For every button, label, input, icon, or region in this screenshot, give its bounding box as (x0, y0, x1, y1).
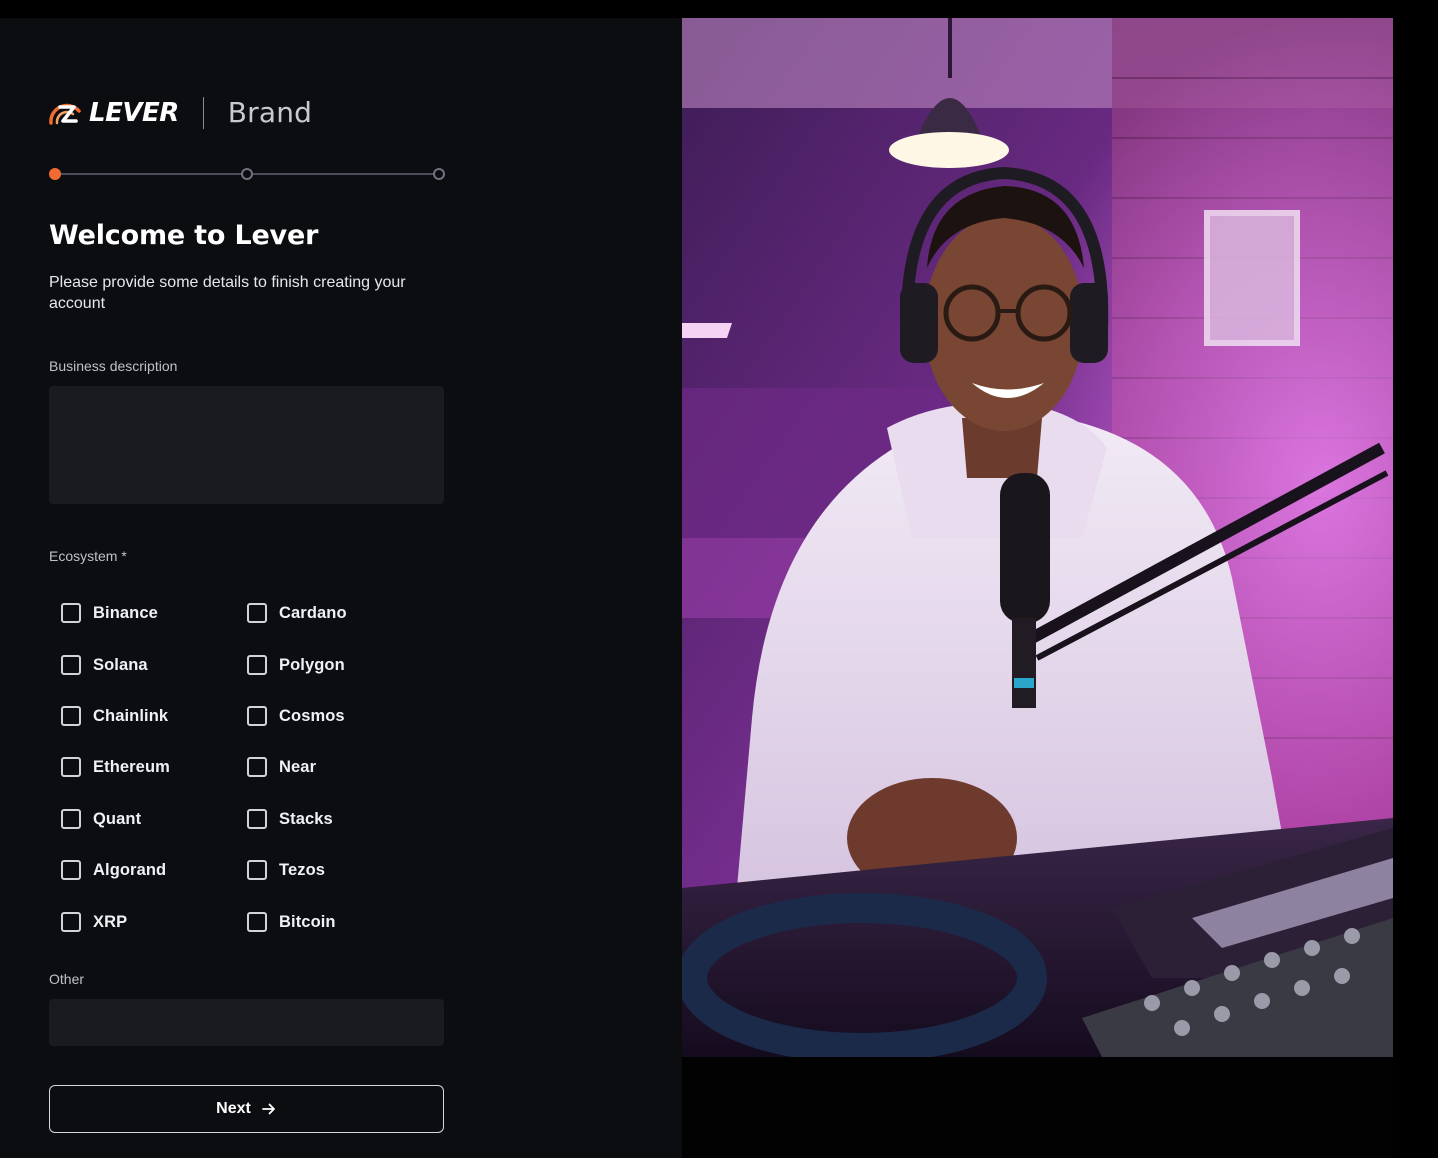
ecosystem-option-chainlink[interactable]: Chainlink (61, 699, 168, 733)
ecosystem-option-tezos[interactable]: Tezos (247, 853, 325, 887)
podcaster-illustration (682, 18, 1393, 1057)
checkbox-label: Solana (93, 655, 148, 674)
checkbox-label: Ethereum (93, 757, 170, 776)
checkbox-label: Bitcoin (279, 912, 336, 931)
ecosystem-option-bitcoin[interactable]: Bitcoin (247, 905, 336, 939)
checkbox-label: Algorand (93, 860, 167, 879)
next-button[interactable]: Next (49, 1085, 444, 1133)
logo-suffix: Brand (227, 96, 313, 129)
ecosystem-option-algorand[interactable]: Algorand (61, 853, 166, 887)
step-2-dot (241, 168, 253, 180)
next-button-label: Next (216, 1100, 251, 1117)
logo-divider (202, 97, 204, 129)
ecosystem-option-polygon[interactable]: Polygon (247, 648, 345, 682)
ecosystem-label: Ecosystem * (49, 548, 127, 564)
checkbox[interactable] (247, 706, 267, 726)
photo-bottom-area (682, 1057, 1393, 1158)
other-label: Other (49, 971, 85, 987)
step-1-dot (49, 168, 61, 180)
lever-logo-icon (49, 101, 85, 125)
checkbox[interactable] (247, 603, 267, 623)
checkbox[interactable] (61, 860, 81, 880)
checkbox-label: Binance (93, 603, 158, 622)
checkbox[interactable] (247, 912, 267, 932)
ecosystem-option-solana[interactable]: Solana (61, 648, 148, 682)
checkbox[interactable] (247, 757, 267, 777)
checkbox[interactable] (61, 603, 81, 623)
ecosystem-option-cardano[interactable]: Cardano (247, 596, 347, 630)
ecosystem-option-stacks[interactable]: Stacks (247, 802, 333, 836)
checkbox-label: Stacks (279, 809, 333, 828)
brand-logo: LEVER Brand (49, 96, 312, 130)
checkbox[interactable] (61, 809, 81, 829)
business-description-input[interactable] (49, 386, 444, 504)
checkbox-label: Quant (93, 809, 142, 828)
checkbox[interactable] (61, 757, 81, 777)
business-description-label: Business description (49, 358, 178, 374)
onboarding-page: LEVER Brand Welcome to Lever Please prov… (0, 0, 1438, 1158)
checkbox-label: Near (279, 757, 317, 776)
form-panel (0, 18, 682, 1158)
ecosystem-option-binance[interactable]: Binance (61, 596, 158, 630)
checkbox-label: Cardano (279, 603, 347, 622)
step-3-dot (433, 168, 445, 180)
other-input[interactable] (49, 999, 444, 1046)
checkbox-label: Chainlink (93, 706, 169, 725)
ecosystem-option-xrp[interactable]: XRP (61, 905, 127, 939)
checkbox[interactable] (247, 860, 267, 880)
checkbox[interactable] (247, 655, 267, 675)
top-bar (0, 0, 1438, 18)
ecosystem-option-cosmos[interactable]: Cosmos (247, 699, 345, 733)
checkbox[interactable] (61, 655, 81, 675)
page-title: Welcome to Lever (49, 220, 319, 251)
ecosystem-option-quant[interactable]: Quant (61, 802, 141, 836)
checkbox-label: XRP (93, 912, 128, 931)
checkbox-label: Tezos (279, 860, 326, 879)
ecosystem-option-ethereum[interactable]: Ethereum (61, 750, 170, 784)
arrow-right-icon (261, 1101, 277, 1117)
checkbox[interactable] (247, 809, 267, 829)
podcaster-photo (682, 18, 1393, 1057)
stepper-line (252, 173, 436, 175)
progress-stepper (49, 166, 445, 182)
ecosystem-option-near[interactable]: Near (247, 750, 316, 784)
checkbox-label: Polygon (279, 655, 345, 674)
page-subtitle: Please provide some details to finish cr… (49, 274, 406, 312)
checkbox[interactable] (61, 912, 81, 932)
checkbox-label: Cosmos (279, 706, 345, 725)
stepper-line (57, 173, 243, 175)
right-margin (1393, 18, 1438, 1158)
checkbox[interactable] (61, 706, 81, 726)
logo-wordmark: LEVER (89, 98, 179, 128)
